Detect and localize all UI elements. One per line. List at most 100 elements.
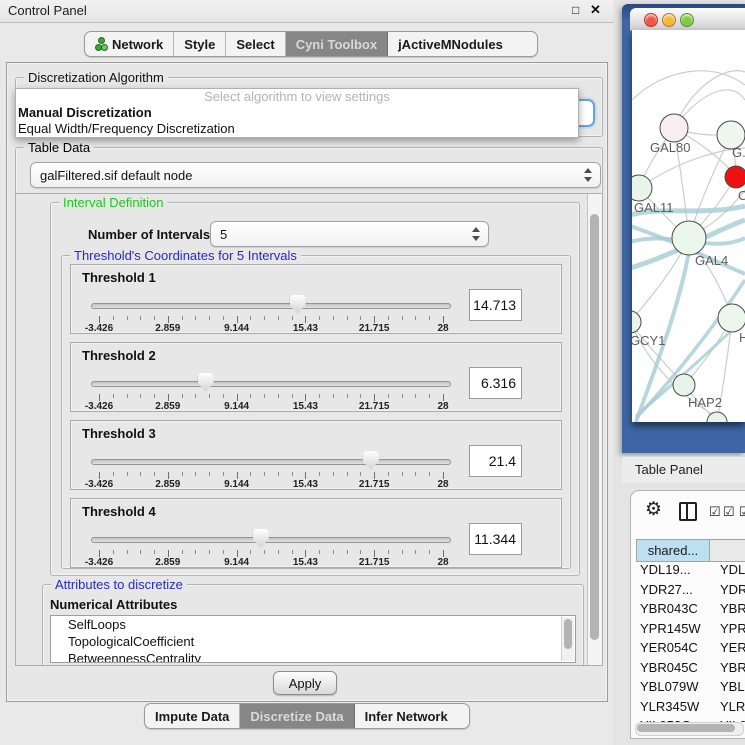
network-edge[interactable]	[632, 71, 745, 100]
cell-name[interactable]: YBL0	[713, 679, 745, 699]
cell-shared-name[interactable]: YDL19...	[631, 562, 713, 582]
tab-network[interactable]: Network	[85, 32, 174, 56]
table-horizontal-scrollbar[interactable]	[635, 722, 744, 736]
cell-shared-name[interactable]: YPR145W	[631, 621, 713, 641]
settings-vertical-scrollbar[interactable]	[587, 194, 602, 665]
network-node[interactable]	[672, 221, 706, 255]
settings-scroll-panel: Interval Definition Number of Intervals …	[15, 193, 603, 666]
cell-name[interactable]: YBR0	[713, 660, 745, 680]
threshold-slider[interactable]: -3.4262.8599.14415.4321.71528	[91, 369, 451, 409]
threshold-slider[interactable]: -3.4262.8599.14415.4321.71528	[91, 447, 451, 487]
threshold-panel: Threshold 4 -3.4262.8599.14415.4321.7152…	[70, 498, 562, 568]
table-header-row: shared... na	[631, 539, 745, 562]
cell-shared-name[interactable]: YER054C	[631, 640, 713, 660]
tab-label: Network	[112, 37, 163, 52]
column-header-name[interactable]: na	[709, 539, 745, 562]
table-data-group-title: Table Data	[24, 140, 94, 155]
column-header-shared[interactable]: shared...	[636, 539, 710, 562]
scrollbar-thumb[interactable]	[637, 724, 735, 732]
cell-shared-name[interactable]: YLR345W	[631, 699, 713, 719]
checkbox-icon[interactable]: ☑	[739, 504, 745, 520]
network-node-label: GAL80	[650, 140, 690, 155]
threshold-panel: Threshold 3 -3.4262.8599.14415.4321.7152…	[70, 420, 562, 490]
slider-tick-labels: -3.4262.8599.14415.4321.71528	[99, 557, 443, 568]
table-row[interactable]: YPR145WYPR1	[631, 621, 745, 641]
float-window-icon[interactable]: □	[572, 3, 579, 17]
numerical-attributes-list[interactable]: SelfLoopsTopologicalCoefficientBetweenne…	[50, 615, 576, 663]
network-node[interactable]	[632, 175, 652, 201]
network-node[interactable]	[673, 374, 695, 396]
table-row[interactable]: YER054CYER0	[631, 640, 745, 660]
algorithm-dropdown-popup: Select algorithm to view settings Manual…	[15, 88, 579, 138]
attributes-scrollbar[interactable]	[561, 617, 574, 661]
dropdown-hint: Select algorithm to view settings	[16, 89, 578, 105]
number-of-intervals-combobox[interactable]: 5	[210, 221, 489, 247]
scrollbar-thumb[interactable]	[564, 619, 572, 649]
table-row[interactable]: YDL19...YDL1	[631, 562, 745, 582]
cell-name[interactable]: YDR2	[713, 582, 745, 602]
list-item[interactable]: BetweennessCentrality	[51, 650, 575, 663]
dropdown-option-manual[interactable]: Manual Discretization	[16, 105, 578, 121]
threshold-value-field[interactable]: 11.344	[469, 523, 522, 555]
threshold-value-field[interactable]: 21.4	[469, 445, 522, 477]
slider-handle[interactable]	[290, 295, 306, 314]
close-icon[interactable]: ✕	[590, 2, 601, 18]
cell-shared-name[interactable]: YBR045C	[631, 660, 713, 680]
attributes-items: SelfLoopsTopologicalCoefficientBetweenne…	[51, 616, 575, 663]
network-node[interactable]	[725, 166, 745, 188]
zoom-traffic-light[interactable]	[680, 13, 694, 27]
table-row[interactable]: YBR043CYBR0	[631, 601, 745, 621]
table-row[interactable]: YLR345WYLR3	[631, 699, 745, 719]
cell-shared-name[interactable]: YDR27...	[631, 582, 713, 602]
tab-label: Style	[184, 37, 215, 52]
list-item[interactable]: SelfLoops	[51, 616, 575, 633]
tab-infer-network[interactable]: Infer Network	[355, 704, 458, 728]
network-node-label: GAL4	[695, 253, 728, 268]
cell-name[interactable]: YPR1	[713, 621, 745, 641]
tab-select[interactable]: Select	[226, 32, 285, 56]
network-node[interactable]	[660, 114, 688, 142]
slider-handle[interactable]	[198, 373, 214, 392]
tab-label: jActiveMNodules	[398, 37, 503, 52]
cell-shared-name[interactable]: YBR043C	[631, 601, 713, 621]
network-canvas[interactable]: GAL80G.CGAL11GAL4GCY1HHAP2	[632, 30, 745, 422]
table-data-group: Table Data galFiltered.sif default node	[15, 147, 603, 195]
cell-name[interactable]: YLR3	[713, 699, 745, 719]
network-edge[interactable]	[632, 322, 684, 385]
gear-icon[interactable]: ⚙	[645, 500, 662, 519]
network-window-titlebar[interactable]	[630, 8, 745, 31]
slider-handle[interactable]	[253, 529, 269, 548]
minimize-traffic-light[interactable]	[662, 13, 676, 27]
tab-cyni-toolbox[interactable]: Cyni Toolbox	[286, 32, 388, 56]
threshold-slider[interactable]: -3.4262.8599.14415.4321.71528	[91, 525, 451, 565]
tab-jactivemnodules[interactable]: jActiveMNodules	[388, 32, 513, 56]
network-node[interactable]	[718, 304, 745, 332]
network-node[interactable]	[632, 311, 641, 333]
cell-shared-name[interactable]: YBL079W	[631, 679, 713, 699]
table-row[interactable]: YDR27...YDR2	[631, 582, 745, 602]
list-item[interactable]: TopologicalCoefficient	[51, 633, 575, 650]
tab-discretize-data[interactable]: Discretize Data	[240, 704, 354, 728]
control-panel-tabbar: Network Style Select Cyni Toolbox jActiv…	[84, 31, 538, 57]
cell-name[interactable]: YDL1	[713, 562, 745, 582]
table-data-combobox[interactable]: galFiltered.sif default node	[30, 162, 601, 188]
cell-name[interactable]: YBR0	[713, 601, 745, 621]
threshold-value-field[interactable]: 6.316	[469, 367, 522, 399]
threshold-slider[interactable]: -3.4262.8599.14415.4321.71528	[91, 291, 451, 331]
cell-name[interactable]: YER0	[713, 640, 745, 660]
slider-handle[interactable]	[363, 451, 379, 470]
close-traffic-light[interactable]	[644, 13, 658, 27]
network-node-label: G.	[732, 145, 745, 160]
checkbox-icon[interactable]: ☑	[709, 504, 721, 520]
table-row[interactable]: YBR045CYBR0	[631, 660, 745, 680]
table-row[interactable]: YBL079WYBL0	[631, 679, 745, 699]
table-toolbar: ⚙ ☑ ☑ ☑	[631, 491, 745, 533]
tab-impute-data[interactable]: Impute Data	[145, 704, 240, 728]
threshold-value-field[interactable]: 14.713	[469, 289, 522, 321]
dropdown-option-equal-width[interactable]: Equal Width/Frequency Discretization	[16, 121, 578, 137]
split-columns-icon[interactable]	[679, 502, 697, 521]
apply-button[interactable]: Apply	[273, 671, 337, 695]
checkbox-icon[interactable]: ☑	[723, 504, 735, 520]
tab-style[interactable]: Style	[174, 32, 226, 56]
scrollbar-thumb[interactable]	[590, 214, 599, 640]
